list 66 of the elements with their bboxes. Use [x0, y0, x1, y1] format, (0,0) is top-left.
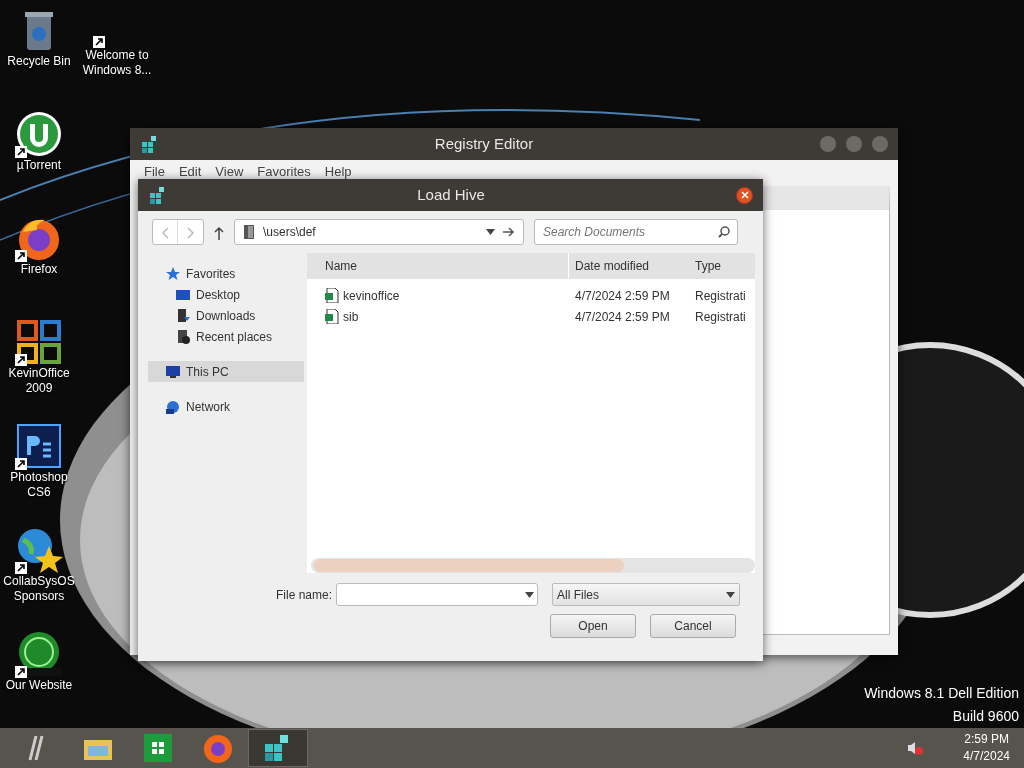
folder-door-icon: [243, 224, 255, 240]
edition-text: Build 9600: [951, 707, 1019, 726]
edition-text: Windows 8.1 Dell Edition: [864, 684, 1019, 703]
star-icon: [166, 266, 180, 281]
registry-file-icon: [325, 288, 339, 303]
window-title: Registry Editor: [433, 133, 535, 154]
dropdown-caret-icon: [486, 229, 495, 235]
nav-item[interactable]: Favorites: [148, 263, 304, 284]
menu-item[interactable]: Help: [324, 162, 352, 182]
computer-icon: [166, 364, 180, 379]
horizontal-scrollbar[interactable]: [311, 558, 755, 573]
dialog-button[interactable]: Cancel: [650, 614, 736, 638]
file-name[interactable]: kevinoffice: [343, 286, 400, 305]
file-name-field[interactable]: [336, 583, 539, 606]
file-date: 4/7/2024 2:59 PM: [574, 287, 671, 305]
desktop-icon-label[interactable]: Our Website: [5, 678, 73, 693]
file-name-label: File name:: [276, 586, 333, 604]
clock[interactable]: 2:59 PM 4/7/2024: [963, 731, 1010, 765]
file-type-dropdown[interactable]: All Files: [552, 583, 741, 606]
minimize-button[interactable]: [820, 136, 836, 152]
file-name[interactable]: sib: [343, 307, 359, 326]
store-icon: [142, 732, 174, 764]
desktop-icon-label[interactable]: Welcome to Windows 8...: [78, 48, 156, 78]
menu-item[interactable]: View: [215, 162, 244, 182]
desktop-icon-label[interactable]: Recycle Bin: [7, 54, 71, 69]
dialog-title: Load Hive: [416, 184, 486, 205]
desktop-icon-label[interactable]: KevinOffice 2009: [0, 366, 78, 396]
nav-item[interactable]: Network: [148, 396, 304, 417]
file-type: Registrati: [694, 287, 747, 305]
registry-icon: [148, 185, 166, 205]
nav-item[interactable]: Downloads: [148, 305, 304, 326]
column-header[interactable]: Name: [307, 253, 569, 279]
column-header[interactable]: Type: [689, 253, 749, 279]
desktop-icon-label[interactable]: µTorrent: [16, 158, 62, 173]
up-arrow-icon: [214, 225, 224, 240]
address-field[interactable]: \users\def: [234, 219, 524, 245]
close-button[interactable]: [736, 186, 753, 204]
column-header[interactable]: Date modified: [569, 253, 689, 279]
registry-file-icon: [325, 309, 339, 324]
maximize-button[interactable]: [846, 136, 862, 152]
menu-item[interactable]: Edit: [178, 162, 202, 182]
go-arrow-icon: [503, 227, 515, 237]
recent-folder-icon: [176, 329, 190, 344]
dialog-button[interactable]: Open: [550, 614, 636, 638]
monitor-icon: [176, 287, 190, 302]
menu-item[interactable]: Favorites: [257, 162, 311, 182]
muted-speaker-icon: [907, 741, 924, 755]
search-field[interactable]: Search Documents: [534, 219, 738, 245]
dropdown-caret-icon: [726, 591, 736, 598]
network-icon: [166, 399, 180, 414]
file-type: Registrati: [694, 308, 747, 326]
nav-item[interactable]: Desktop: [148, 284, 304, 305]
file-date: 4/7/2024 2:59 PM: [574, 308, 671, 326]
desktop-icon-label[interactable]: CollabSysOS Sponsors: [0, 574, 78, 604]
close-icon: [740, 191, 749, 199]
registry-icon: [140, 134, 158, 154]
desktop-icon-label[interactable]: Photoshop CS6: [0, 470, 78, 500]
dropdown-caret-icon: [525, 591, 535, 598]
globe-star-icon: [15, 526, 63, 574]
desktop-icon-label[interactable]: Firefox: [20, 262, 58, 277]
taskbar-button[interactable]: [248, 729, 308, 767]
menu-item[interactable]: File: [144, 162, 165, 182]
downloads-folder-icon: [176, 308, 190, 323]
nav-item[interactable]: This PC: [148, 361, 304, 382]
search-icon: [718, 226, 730, 238]
nav-item[interactable]: Recent places: [148, 326, 304, 347]
